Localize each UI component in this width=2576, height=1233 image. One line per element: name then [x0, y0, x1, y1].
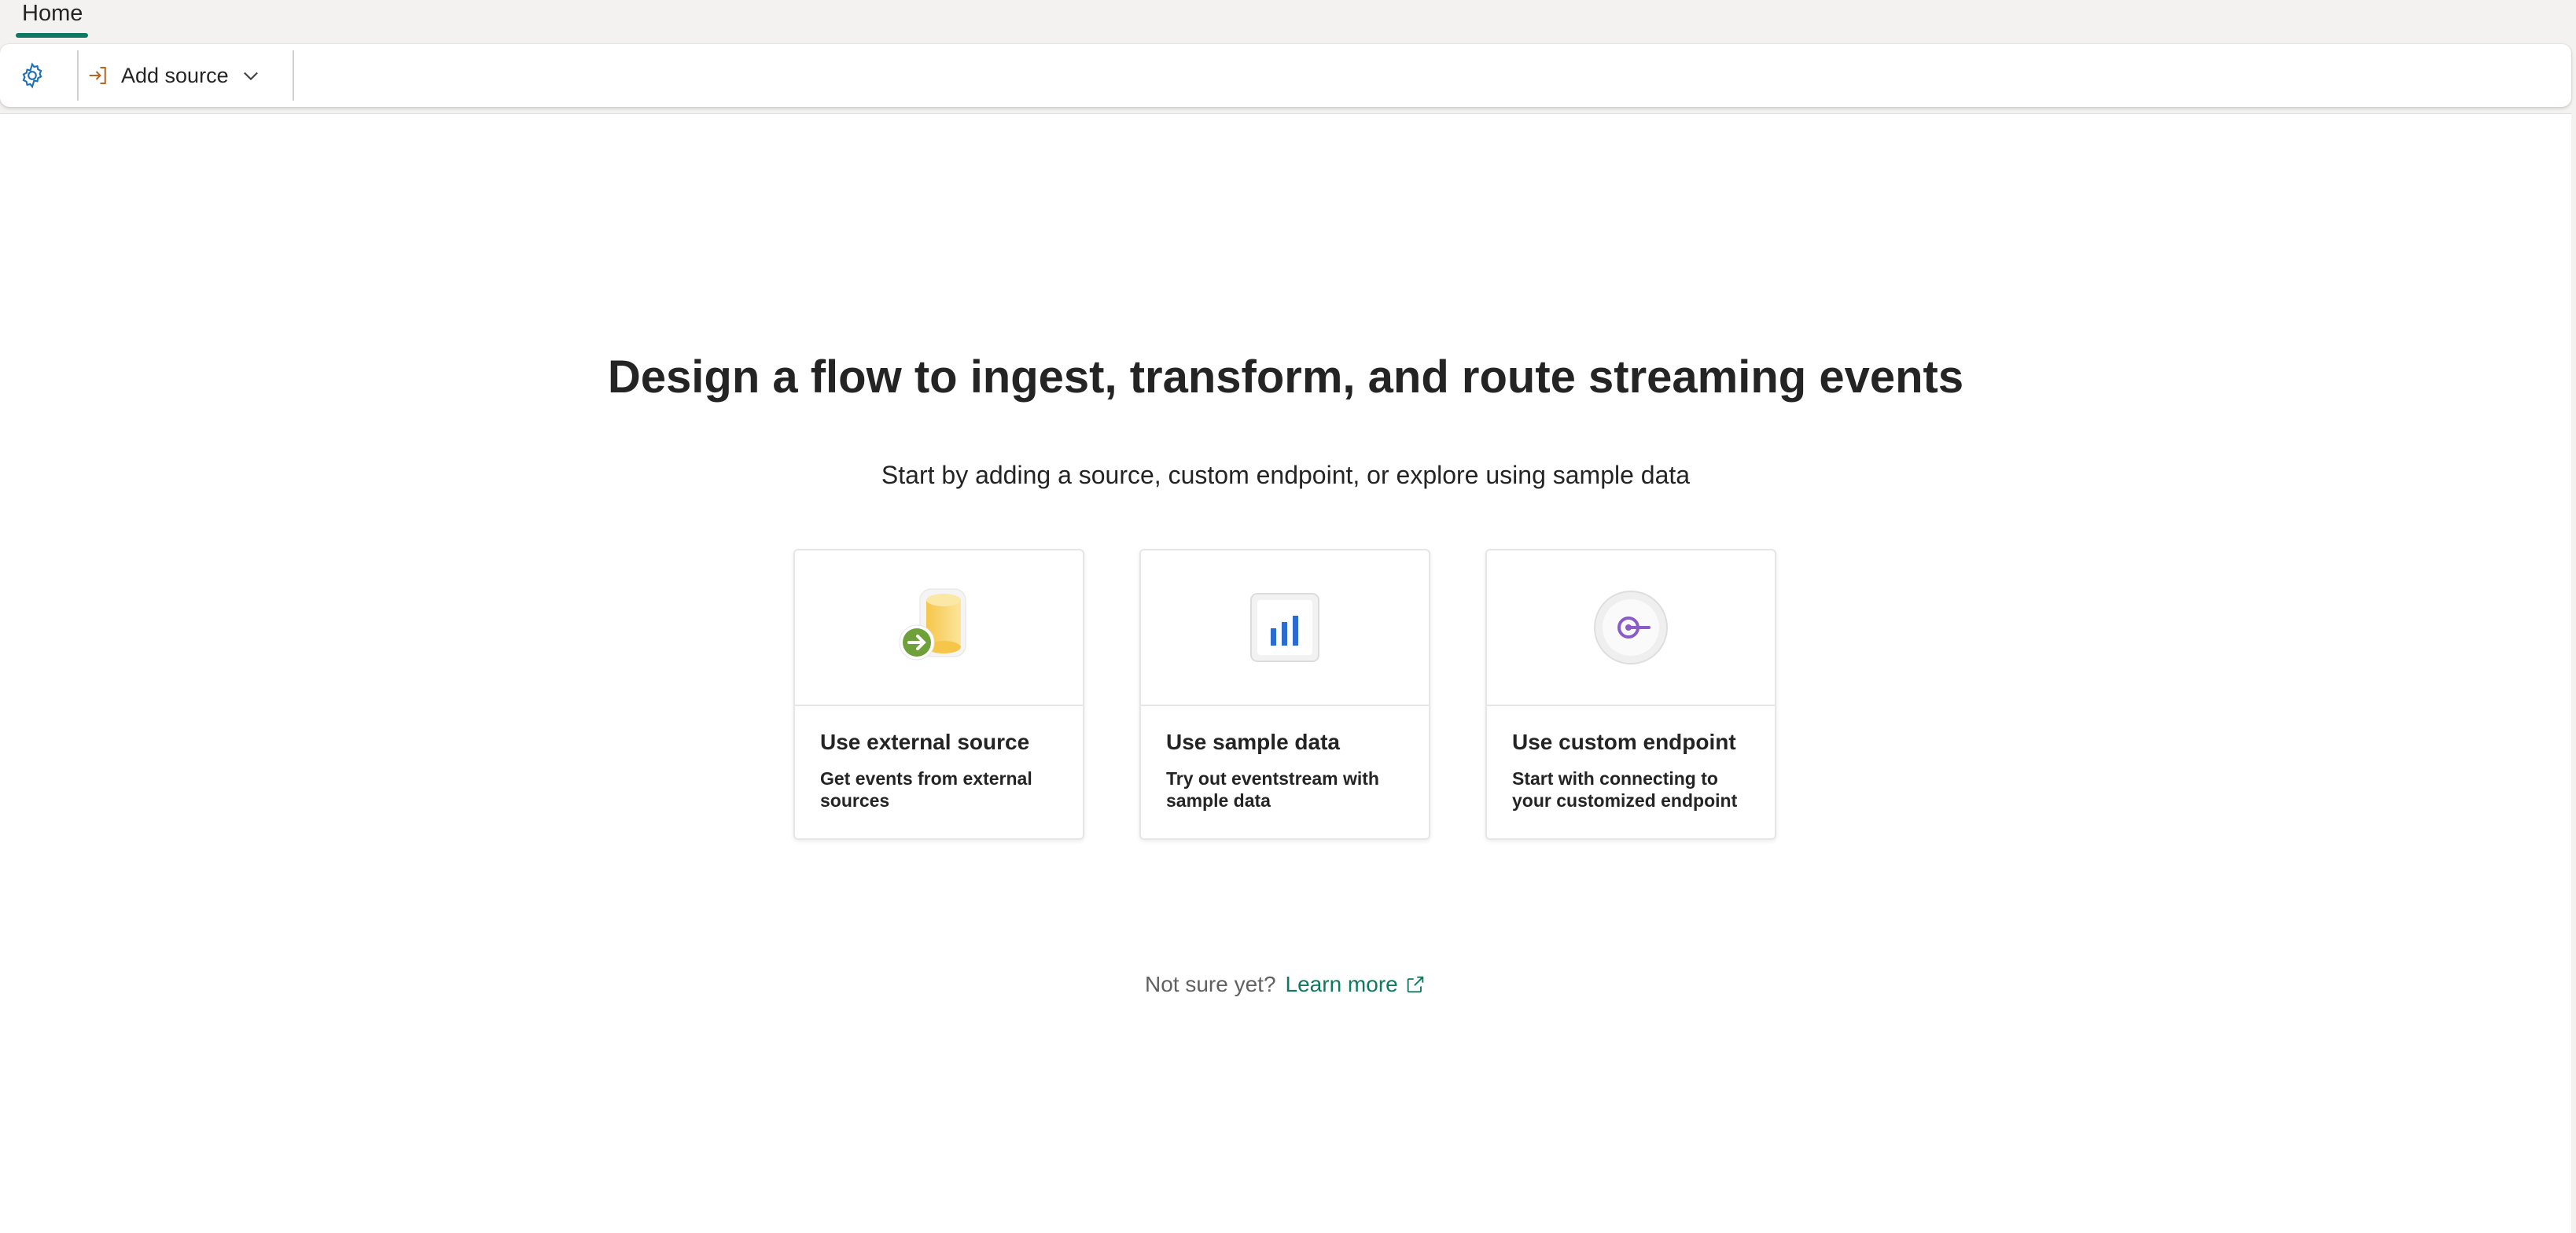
card-title: Use external source: [820, 730, 1030, 754]
external-source-card[interactable]: Use external source Get events from exte…: [793, 549, 1084, 840]
learn-more-row: Not sure yet? Learn more: [1145, 969, 1426, 1000]
learn-more-link[interactable]: Learn more: [1286, 972, 1426, 997]
database-arrow-icon: [899, 588, 966, 661]
sign-in-icon: [89, 67, 106, 84]
custom-endpoint-card[interactable]: Use custom endpoint Start with connectin…: [1485, 549, 1776, 840]
page-subheadline: Start by adding a source, custom endpoin…: [881, 461, 1691, 489]
card-description: Start with connecting to your customized…: [1512, 768, 1738, 811]
add-source-button[interactable]: Add source: [86, 53, 275, 98]
card-illustration: [1141, 550, 1429, 706]
card-illustration: [795, 550, 1083, 706]
external-link-icon: [1407, 976, 1423, 993]
card-illustration: [1487, 550, 1775, 706]
card-description: Try out eventstream with sample data: [1166, 768, 1379, 811]
card-description: Get events from external sources: [820, 768, 1032, 811]
settings-button[interactable]: [13, 57, 52, 94]
toolbar-divider: [77, 50, 79, 101]
not-sure-text: Not sure yet?: [1145, 972, 1276, 996]
toolbar: Add source: [0, 44, 2571, 107]
toolbar-divider: [293, 50, 294, 101]
gear-icon: [22, 62, 42, 89]
bar-chart-icon: [1250, 593, 1319, 662]
page-headline: Design a flow to ingest, transform, and …: [607, 351, 1964, 403]
card-title: Use custom endpoint: [1512, 730, 1736, 754]
tab-home-underline: [16, 33, 88, 38]
tab-bar: Home: [0, 0, 2576, 44]
chevron-down-icon: [243, 72, 258, 81]
add-source-label: Add source: [121, 63, 229, 87]
learn-more-label: Learn more: [1285, 972, 1398, 996]
card-title: Use sample data: [1166, 730, 1340, 754]
endpoint-icon: [1594, 591, 1668, 664]
sample-data-card[interactable]: Use sample data Try out eventstream with…: [1139, 549, 1430, 840]
scrollbar-track: [2571, 113, 2576, 1233]
